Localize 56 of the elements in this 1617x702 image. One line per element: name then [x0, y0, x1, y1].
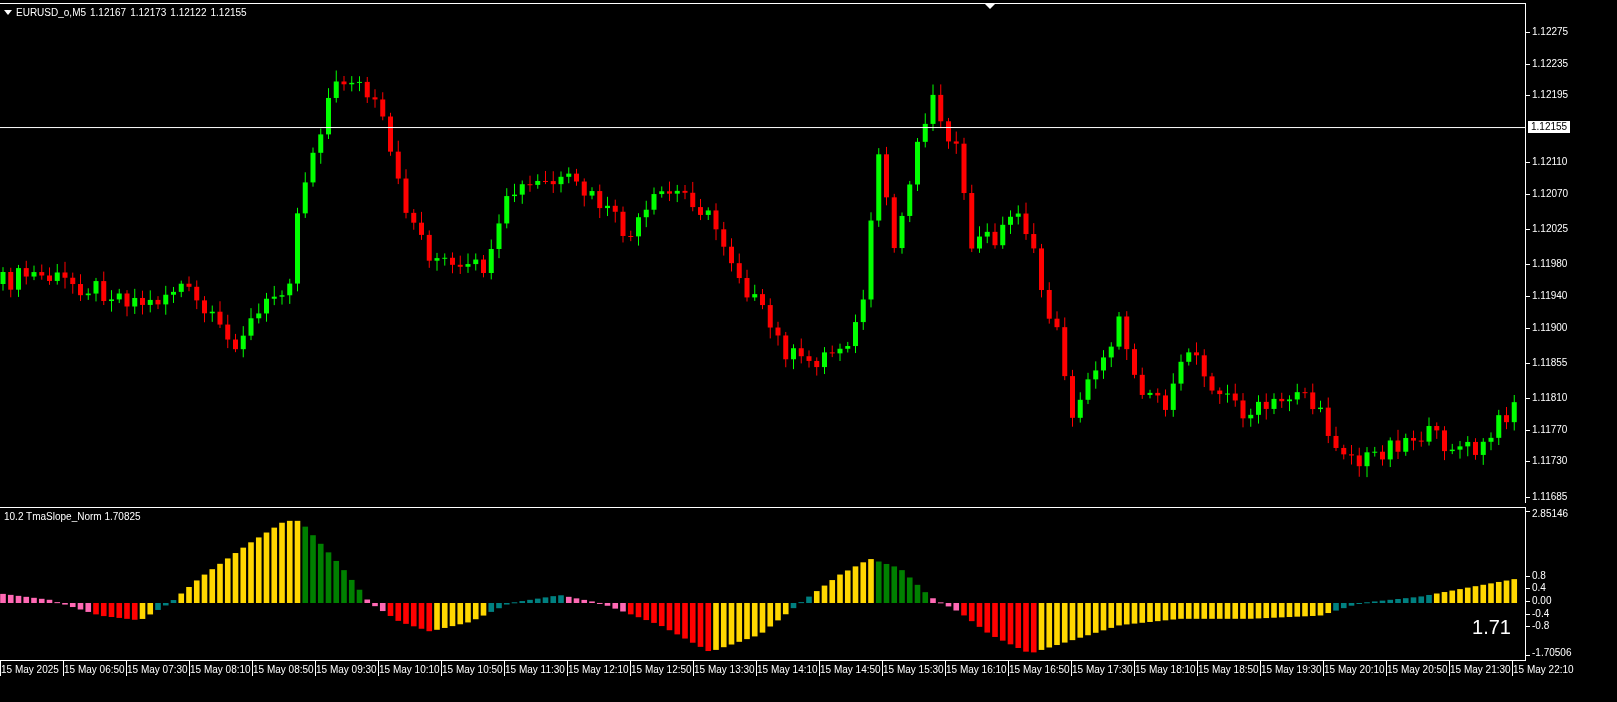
indicator-tick: 0.4	[1532, 582, 1546, 595]
time-label: 15 May 22:10	[1512, 661, 1575, 676]
indicator-tick: -0.8	[1532, 620, 1550, 633]
price-tick: 1.11855	[1532, 356, 1568, 369]
price-tick: 1.11940	[1532, 289, 1568, 302]
time-label: 15 May 08:10	[189, 661, 252, 676]
time-label: 15 May 20:50	[1386, 661, 1449, 676]
quote-value: 1.12155	[210, 7, 247, 18]
time-label: 15 May 18:10	[1134, 661, 1197, 676]
price-tick: 1.11980	[1532, 258, 1568, 271]
price-tick: 1.11730	[1532, 455, 1568, 468]
quote-value: 1.12167	[90, 7, 127, 18]
price-tick: 1.11900	[1532, 321, 1568, 334]
indicator-title: 10.2 TmaSlope_Norm 1.70825	[4, 511, 141, 522]
price-tick: 1.12275	[1532, 26, 1569, 38]
price-tick: 1.12070	[1532, 187, 1569, 200]
indicator-tick: -0.4	[1532, 607, 1550, 620]
time-label: 15 May 09:30	[315, 661, 378, 676]
time-label: 15 May 2025	[0, 661, 63, 676]
time-label: 15 May 14:10	[756, 661, 819, 676]
price-tick: 1.12195	[1532, 89, 1569, 102]
shift-marker-icon[interactable]	[985, 4, 995, 9]
current-price-tag: 1.12155	[1528, 120, 1571, 133]
time-label: 15 May 18:50	[1197, 661, 1260, 676]
time-label: 15 May 10:10	[378, 661, 441, 676]
time-label: 15 May 14:50	[819, 661, 882, 676]
time-label: 15 May 12:50	[630, 661, 693, 676]
time-label: 15 May 19:30	[1260, 661, 1323, 676]
indicator-tick: 0.00	[1532, 595, 1552, 607]
price-tick: 1.11770	[1532, 423, 1568, 436]
indicator-value: 1.71	[1472, 616, 1511, 639]
price-tick: 1.12110	[1532, 156, 1568, 168]
time-label: 15 May 10:50	[441, 661, 504, 676]
time-label: 15 May 12:10	[567, 661, 630, 676]
indicator-tick: 2.85146	[1532, 508, 1569, 520]
time-label: 15 May 16:10	[945, 661, 1008, 676]
time-label: 15 May 13:30	[693, 661, 756, 676]
time-label: 15 May 17:30	[1071, 661, 1134, 676]
time-label: 15 May 06:50	[63, 661, 126, 676]
time-label: 15 May 11:30	[504, 661, 567, 676]
time-label: 15 May 16:50	[1008, 661, 1071, 676]
time-label: 15 May 21:30	[1449, 661, 1512, 676]
price-tick: 1.12235	[1532, 57, 1569, 70]
quote-value: 1.12122	[170, 7, 207, 18]
indicator-tick: -1.70506	[1532, 647, 1572, 659]
symbol-label: EURUSD_o,M5	[16, 7, 87, 18]
price-tick: 1.11685	[1532, 490, 1568, 503]
price-tick: 1.12025	[1532, 223, 1569, 235]
time-label: 15 May 08:50	[252, 661, 315, 676]
price-tick: 1.11810	[1532, 392, 1568, 405]
time-label: 15 May 15:30	[882, 661, 945, 676]
time-label: 15 May 07:30	[126, 661, 189, 676]
quote-value: 1.12173	[130, 7, 167, 18]
time-label: 15 May 20:10	[1323, 661, 1386, 676]
dropdown-caret-icon[interactable]	[4, 10, 12, 15]
indicator-tick: 0.8	[1532, 569, 1546, 582]
